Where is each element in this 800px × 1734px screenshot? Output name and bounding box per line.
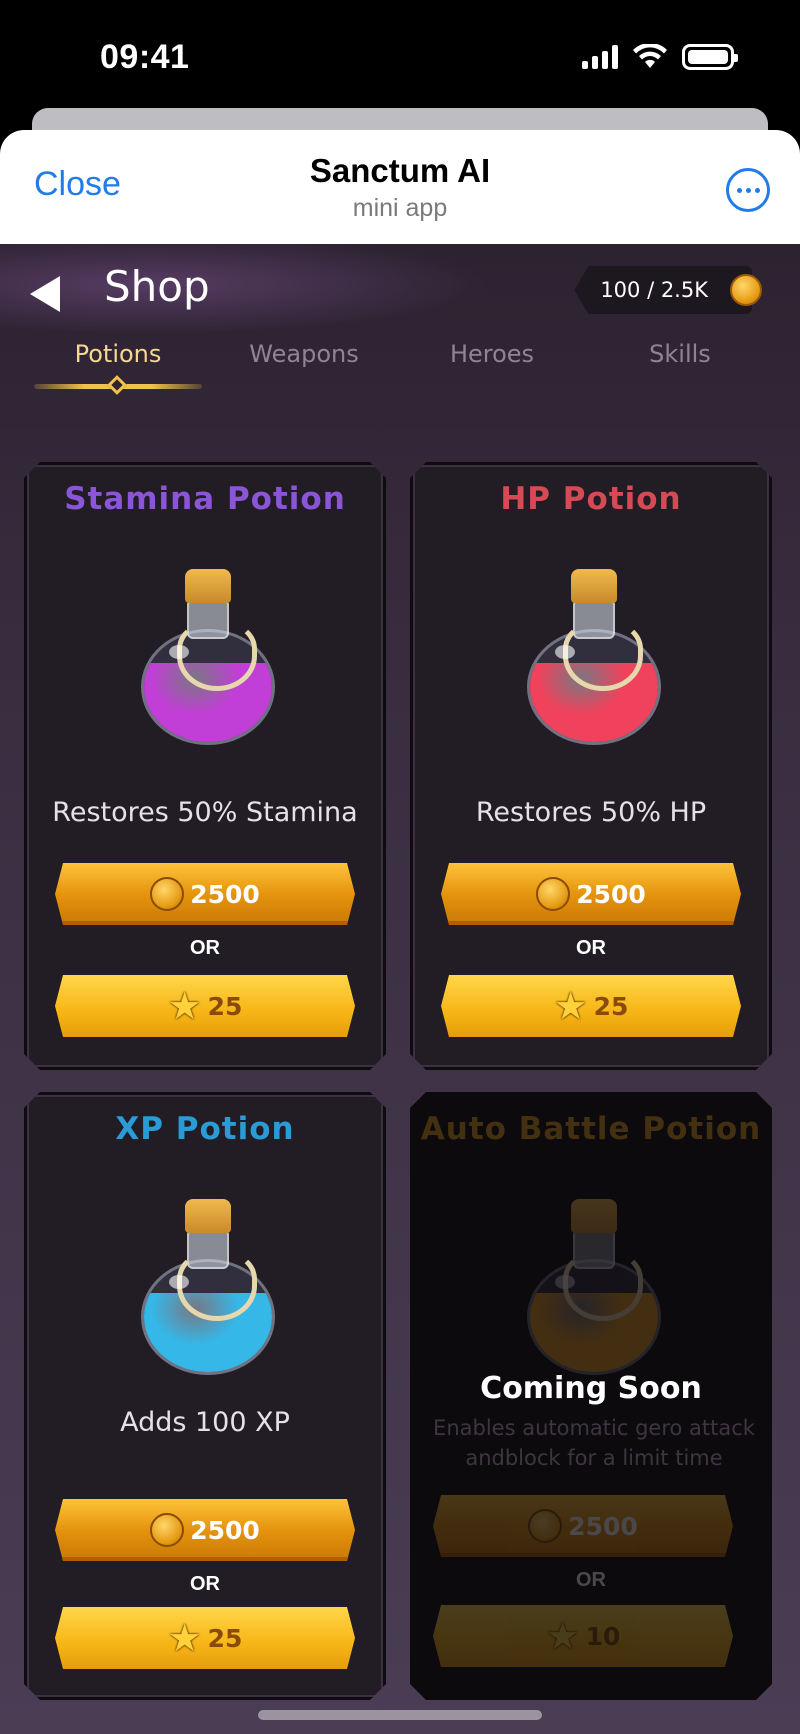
shop-screen: Shop 100 / 2.5K Potions Weapons Heroes S… [0,244,800,1734]
star-price: 25 [207,1623,243,1653]
mini-app-header: Close Sanctum AI mini app [0,130,800,244]
coin-price: 2500 [190,1515,260,1545]
tab-heroes[interactable]: Heroes [398,340,586,368]
buy-with-coins-button[interactable]: 2500 [441,863,741,925]
tab-weapons[interactable]: Weapons [210,340,398,368]
buy-with-stars-button: ★ 10 [433,1605,733,1667]
shop-item-card-xp: XP Potion Adds 100 XP 2500 OR ★ 25 [24,1092,386,1700]
shop-item-card-stamina: Stamina Potion Restores 50% Stamina 2500… [24,462,386,1070]
potion-icon [139,1199,277,1375]
coming-soon-label: Coming Soon [480,1371,702,1406]
buy-with-coins-button: 2500 [433,1495,733,1557]
coin-icon [536,877,570,911]
star-icon: ★ [545,1614,580,1658]
coin-icon [150,877,184,911]
battery-icon [682,44,738,70]
wifi-icon [633,44,667,68]
buy-with-coins-button[interactable]: 2500 [55,1499,355,1561]
coin-icon [730,274,762,306]
buy-with-stars-button[interactable]: ★ 25 [55,1607,355,1669]
active-tab-diamond-icon [107,375,127,395]
shop-item-card-auto-battle: Auto Battle Potion Coming Soon Enables a… [410,1092,772,1700]
or-label: OR [190,1573,220,1595]
or-label: OR [190,937,220,959]
coin-icon [528,1509,562,1543]
more-dot-icon [736,187,742,193]
star-icon: ★ [167,1616,202,1660]
page-title: Shop [104,262,210,311]
cellular-signal-icon [582,45,618,69]
home-indicator[interactable] [258,1710,542,1720]
tab-skills[interactable]: Skills [586,340,774,368]
star-price: 10 [585,1621,621,1651]
buy-with-coins-button[interactable]: 2500 [55,863,355,925]
star-icon: ★ [167,984,202,1028]
coin-price: 2500 [576,879,646,909]
coin-price: 2500 [568,1511,638,1541]
item-description: Enables automatic gero attack andblock f… [433,1416,755,1470]
coin-balance-value: 100 / 2.5K [600,278,708,302]
app-title: Sanctum AI [309,152,491,189]
more-dot-icon [745,187,751,193]
or-label: OR [576,1569,606,1591]
category-tabs: Potions Weapons Heroes Skills [0,340,800,400]
or-label: OR [576,937,606,959]
potion-icon [139,569,277,745]
more-dot-icon [754,187,760,193]
potion-icon [525,1199,663,1375]
item-description: Adds 100 XP [120,1407,290,1438]
star-price: 25 [207,991,243,1021]
coin-price: 2500 [190,879,260,909]
item-title: XP Potion [115,1111,295,1147]
status-time: 09:41 [100,38,190,76]
item-title: Auto Battle Potion [420,1111,762,1147]
star-icon: ★ [553,984,588,1028]
coin-balance: 100 / 2.5K [574,266,752,314]
item-description: Restores 50% HP [475,797,707,828]
coin-icon [150,1513,184,1547]
back-arrow-icon[interactable] [30,276,60,312]
tab-potions[interactable]: Potions [24,340,212,368]
buy-with-stars-button[interactable]: ★ 25 [55,975,355,1037]
potion-icon [525,569,663,745]
status-bar: 09:41 [0,0,800,110]
item-title: HP Potion [500,481,682,517]
item-description: Restores 50% Stamina [52,797,358,828]
more-options-button[interactable] [726,168,770,212]
shop-item-card-hp: HP Potion Restores 50% HP 2500 OR ★ 25 [410,462,772,1070]
status-icons [582,44,738,70]
item-title: Stamina Potion [64,481,346,517]
app-subtitle: mini app [352,194,448,222]
buy-with-stars-button[interactable]: ★ 25 [441,975,741,1037]
star-price: 25 [593,991,629,1021]
